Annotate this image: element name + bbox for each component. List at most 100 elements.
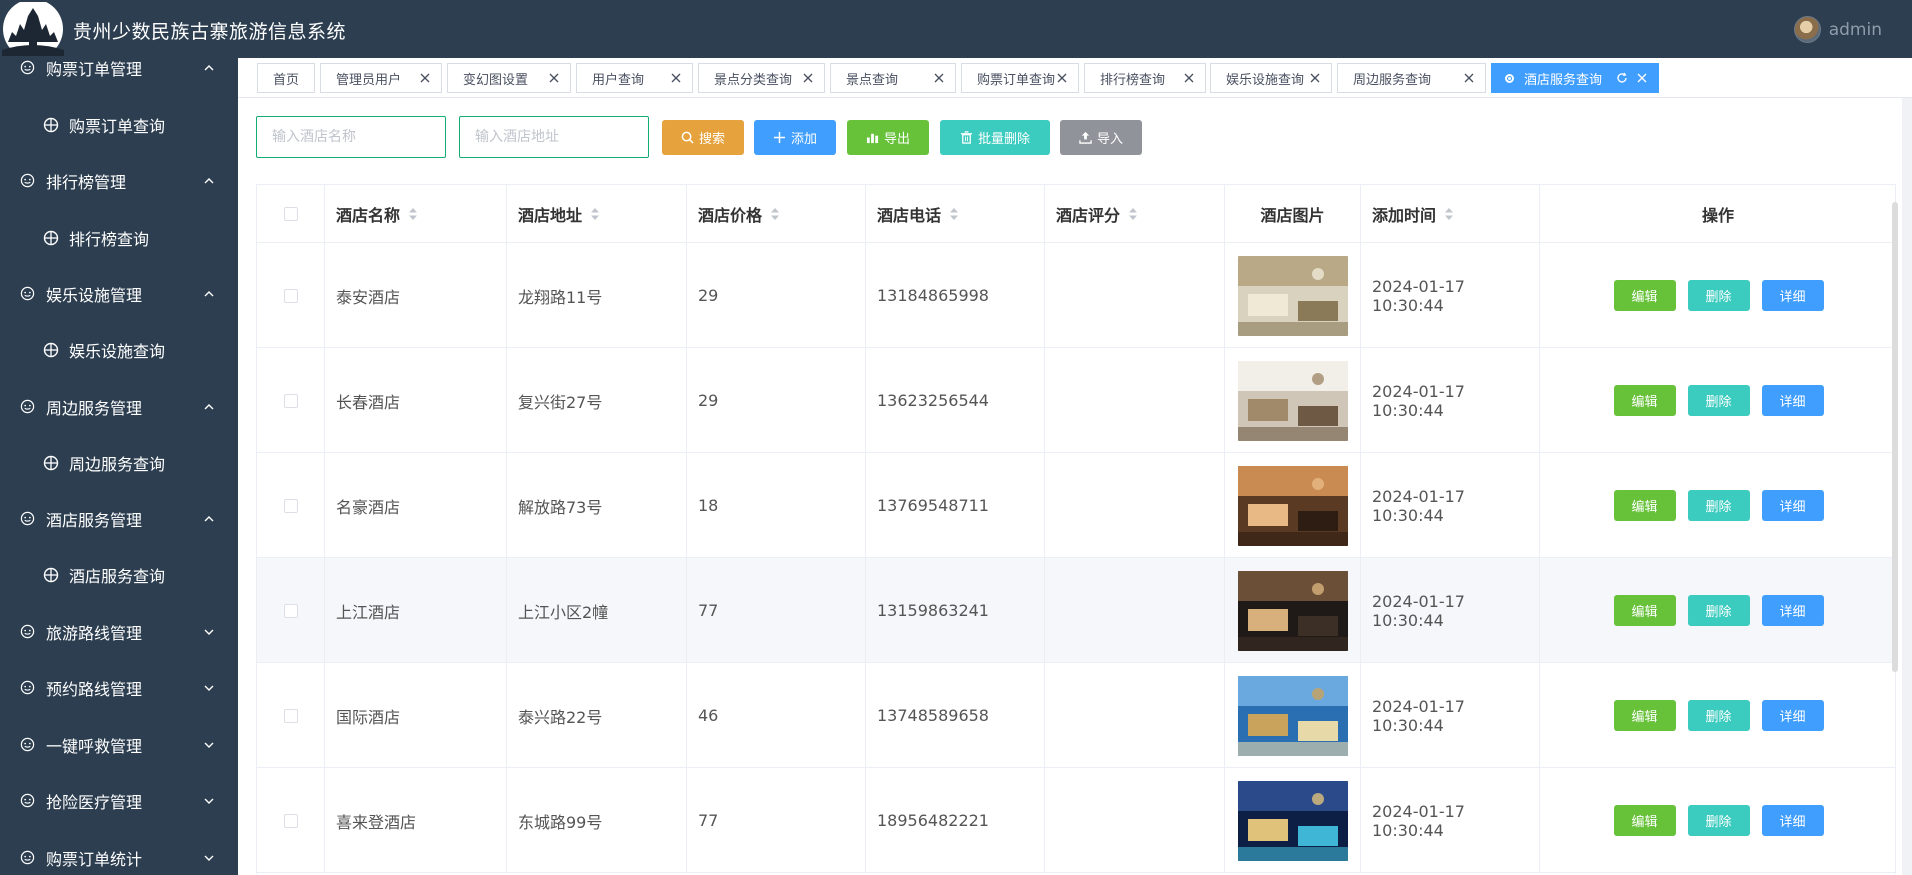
- add-button[interactable]: 添加: [754, 120, 836, 155]
- detail-button[interactable]: 详细: [1761, 700, 1824, 731]
- table-row[interactable]: 长春酒店 复兴街27号 29 13623256544 2024-01-17 10:30:…: [257, 348, 1895, 453]
- detail-button[interactable]: 详细: [1761, 595, 1824, 626]
- hotel-lobby-image[interactable]: [1237, 255, 1348, 336]
- sort-caret-icon[interactable]: [408, 206, 418, 222]
- close-icon[interactable]: [670, 72, 682, 84]
- tab-1[interactable]: 管理员用户: [320, 63, 442, 93]
- column-header-3[interactable]: 酒店电话: [866, 185, 1045, 243]
- sort-caret-icon[interactable]: [1444, 206, 1454, 222]
- edit-button[interactable]: 编辑: [1613, 805, 1676, 836]
- detail-button[interactable]: 详细: [1761, 385, 1824, 416]
- sidebar-item-1[interactable]: 购票订单查询: [0, 103, 238, 147]
- close-icon[interactable]: [802, 72, 814, 84]
- detail-button[interactable]: 详细: [1761, 490, 1824, 521]
- hotel-pool-image[interactable]: [1237, 780, 1348, 861]
- table-row[interactable]: 泰安酒店 龙翔路11号 29 13184865998 2024-01-17 10:30:…: [257, 243, 1895, 348]
- sidebar-item-5[interactable]: 娱乐设施查询: [0, 328, 238, 372]
- close-icon[interactable]: [1056, 72, 1068, 84]
- sidebar-item-7[interactable]: 周边服务查询: [0, 441, 238, 485]
- hotel-address-search-input[interactable]: [459, 116, 649, 158]
- row-checkbox[interactable]: [283, 498, 298, 513]
- column-header-2[interactable]: 酒店价格: [687, 185, 866, 243]
- hotel-lounge-image[interactable]: [1237, 570, 1348, 651]
- tab-4[interactable]: 景点分类查询: [698, 63, 825, 93]
- row-checkbox[interactable]: [283, 813, 298, 828]
- tab-7[interactable]: 排行榜查询: [1084, 63, 1206, 93]
- row-checkbox[interactable]: [283, 708, 298, 723]
- sidebar-group-10[interactable]: 旅游路线管理: [0, 610, 238, 654]
- tab-8[interactable]: 娱乐设施查询: [1210, 63, 1332, 93]
- close-icon[interactable]: [933, 72, 945, 84]
- sort-caret-icon[interactable]: [590, 206, 600, 222]
- group-smile-icon: [20, 737, 35, 752]
- sidebar-group-2[interactable]: 排行榜管理: [0, 159, 238, 203]
- tab-10[interactable]: 酒店服务查询: [1491, 63, 1659, 93]
- aperture-icon: [43, 567, 59, 583]
- sidebar-group-13[interactable]: 抢险医疗管理: [0, 779, 238, 823]
- sidebar-item-3[interactable]: 排行榜查询: [0, 216, 238, 260]
- table-row[interactable]: 国际酒店 泰兴路22号 46 13748589658 2024-01-17 10:30:…: [257, 663, 1895, 768]
- user-menu[interactable]: admin: [1793, 16, 1882, 43]
- tab-3[interactable]: 用户查询: [576, 63, 693, 93]
- refresh-icon[interactable]: [1616, 72, 1628, 84]
- hotel-name-search-input[interactable]: [256, 116, 446, 158]
- sidebar-group-8[interactable]: 酒店服务管理: [0, 497, 238, 541]
- tab-2[interactable]: 变幻图设置: [447, 63, 571, 93]
- hotel-room-image[interactable]: [1237, 360, 1348, 441]
- vertical-scrollbar[interactable]: [1892, 202, 1898, 672]
- tab-0[interactable]: 首页: [257, 63, 315, 93]
- import-button[interactable]: 导入: [1060, 120, 1142, 155]
- detail-button[interactable]: 详细: [1761, 805, 1824, 836]
- hotel-suite-image[interactable]: [1237, 465, 1348, 546]
- delete-button[interactable]: 删除: [1687, 595, 1750, 626]
- edit-button[interactable]: 编辑: [1613, 280, 1676, 311]
- close-icon[interactable]: [548, 72, 560, 84]
- export-button[interactable]: 导出: [847, 120, 929, 155]
- tab-5[interactable]: 景点查询: [830, 63, 956, 93]
- sort-caret-icon[interactable]: [1128, 206, 1138, 222]
- sort-caret-icon[interactable]: [949, 206, 959, 222]
- select-all-cell: [257, 185, 325, 243]
- row-checkbox[interactable]: [283, 603, 298, 618]
- delete-button[interactable]: 删除: [1687, 805, 1750, 836]
- table-row[interactable]: 喜来登酒店 东城路99号 77 18956482221 2024-01-17 10:30…: [257, 768, 1895, 873]
- sidebar-group-12[interactable]: 一键呼救管理: [0, 723, 238, 767]
- delete-button[interactable]: 删除: [1687, 700, 1750, 731]
- sidebar-group-11[interactable]: 预约路线管理: [0, 666, 238, 710]
- search-button[interactable]: 搜索: [662, 120, 744, 155]
- sidebar-group-6[interactable]: 周边服务管理: [0, 385, 238, 429]
- edit-button[interactable]: 编辑: [1613, 700, 1676, 731]
- delete-button[interactable]: 删除: [1687, 490, 1750, 521]
- sidebar-group-14[interactable]: 购票订单统计: [0, 836, 238, 875]
- column-header-4[interactable]: 酒店评分: [1045, 185, 1225, 243]
- edit-button[interactable]: 编辑: [1613, 385, 1676, 416]
- row-checkbox[interactable]: [283, 393, 298, 408]
- select-all-checkbox[interactable]: [283, 207, 298, 221]
- column-header-1[interactable]: 酒店地址: [507, 185, 687, 243]
- sidebar-item-9[interactable]: 酒店服务查询: [0, 553, 238, 597]
- close-icon[interactable]: [1183, 72, 1195, 84]
- delete-button[interactable]: 删除: [1687, 385, 1750, 416]
- batch-delete-button[interactable]: 批量删除: [940, 120, 1050, 155]
- tab-9[interactable]: 周边服务查询: [1337, 63, 1486, 93]
- sidebar-group-4[interactable]: 娱乐设施管理: [0, 272, 238, 316]
- edit-button[interactable]: 编辑: [1613, 595, 1676, 626]
- delete-button[interactable]: 删除: [1687, 280, 1750, 311]
- column-header-0[interactable]: 酒店名称: [325, 185, 507, 243]
- sidebar-group-0[interactable]: 购票订单管理: [0, 58, 238, 90]
- edit-button[interactable]: 编辑: [1613, 490, 1676, 521]
- row-checkbox[interactable]: [283, 288, 298, 303]
- username[interactable]: admin: [1829, 20, 1882, 40]
- column-header-6[interactable]: 添加时间: [1361, 185, 1540, 243]
- close-icon[interactable]: [419, 72, 431, 84]
- tab-6[interactable]: 购票订单查询: [961, 63, 1079, 93]
- table-row[interactable]: 上江酒店 上江小区2幢 77 13159863241 2024-01-17 10:30:…: [257, 558, 1895, 663]
- table-row[interactable]: 名豪酒店 解放路73号 18 13769548711 2024-01-17 10:30:…: [257, 453, 1895, 558]
- detail-button[interactable]: 详细: [1761, 280, 1824, 311]
- sort-caret-icon[interactable]: [770, 206, 780, 222]
- close-icon[interactable]: [1463, 72, 1475, 84]
- hotel-building-image[interactable]: [1237, 675, 1348, 756]
- close-icon[interactable]: [1309, 72, 1321, 84]
- close-icon[interactable]: [1636, 72, 1648, 84]
- avatar[interactable]: [1793, 16, 1821, 43]
